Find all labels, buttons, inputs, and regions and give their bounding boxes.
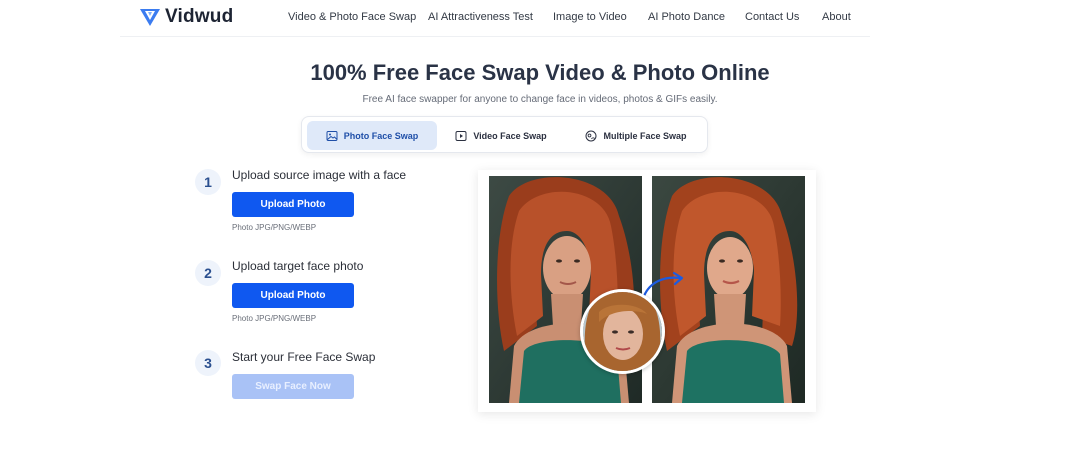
target-face-thumbnail (580, 289, 665, 374)
main-nav: Video & Photo Face Swap AI Attractivenes… (0, 11, 1080, 25)
nav-image-to-video[interactable]: Image to Video (553, 11, 627, 23)
step-number: 1 (195, 169, 221, 195)
mode-tabs: Photo Face Swap Video Face Swap Multiple… (301, 116, 708, 153)
step-label: Upload source image with a face (232, 168, 407, 182)
nav-video-photo-face-swap[interactable]: Video & Photo Face Swap (288, 11, 416, 23)
site-header: Vidwud Video & Photo Face Swap AI Attrac… (0, 0, 1080, 36)
nav-contact-us[interactable]: Contact Us (745, 11, 799, 23)
file-format-hint: Photo JPG/PNG/WEBP (232, 314, 317, 323)
step-label: Start your Free Face Swap (232, 350, 376, 364)
video-icon (455, 130, 467, 141)
nav-about[interactable]: About (822, 11, 851, 23)
step-number: 3 (195, 350, 221, 376)
face-group-icon (585, 130, 597, 141)
swap-face-now-button[interactable]: Swap Face Now (232, 374, 354, 399)
nav-ai-photo-dance[interactable]: AI Photo Dance (648, 11, 725, 23)
tab-label: Photo Face Swap (343, 130, 419, 141)
tab-label: Multiple Face Swap (603, 130, 687, 141)
swap-arrow-icon (642, 271, 684, 298)
tab-label: Video Face Swap (473, 130, 547, 141)
image-icon (326, 130, 338, 141)
face-swap-demo-image (478, 170, 816, 412)
tab-video-face-swap[interactable]: Video Face Swap (442, 121, 560, 150)
tab-photo-face-swap[interactable]: Photo Face Swap (307, 121, 437, 150)
page-subtitle: Free AI face swapper for anyone to chang… (362, 94, 718, 105)
tab-multiple-face-swap[interactable]: Multiple Face Swap (570, 121, 702, 150)
header-divider (120, 36, 870, 37)
target-face-portrait (583, 292, 662, 371)
nav-ai-attractiveness-test[interactable]: AI Attractiveness Test (428, 11, 533, 23)
upload-source-photo-button[interactable]: Upload Photo (232, 192, 354, 217)
upload-target-face-button[interactable]: Upload Photo (232, 283, 354, 308)
step-number: 2 (195, 260, 221, 286)
page-title: 100% Free Face Swap Video & Photo Online (310, 60, 770, 85)
step-label: Upload target face photo (232, 259, 364, 273)
file-format-hint: Photo JPG/PNG/WEBP (232, 223, 317, 232)
